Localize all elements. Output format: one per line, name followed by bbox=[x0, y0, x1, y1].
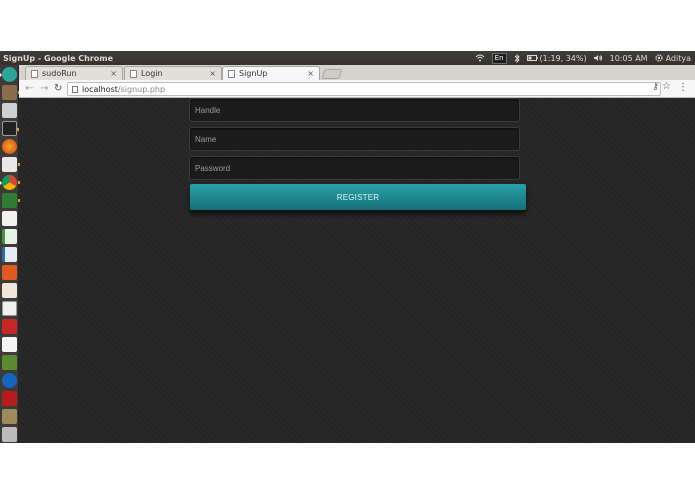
window-title: SignUp - Google Chrome bbox=[3, 53, 114, 63]
tab-label: sudoRun bbox=[42, 69, 77, 78]
page-icon bbox=[130, 69, 137, 78]
register-button[interactable]: REGISTER bbox=[190, 184, 526, 210]
settings-icon[interactable] bbox=[2, 319, 17, 334]
wifi-icon[interactable] bbox=[475, 54, 485, 62]
tab-strip: sudoRun × Login × SignUp × bbox=[19, 65, 695, 80]
tab-label: Login bbox=[141, 69, 163, 78]
password-input[interactable] bbox=[189, 156, 520, 180]
trash-icon[interactable] bbox=[2, 427, 17, 442]
bookmark-star-icon[interactable]: ☆ bbox=[662, 81, 671, 92]
top-panel: SignUp - Google Chrome En (1:19, 34%) 10… bbox=[0, 51, 695, 65]
key-icon[interactable]: ⚷ bbox=[652, 82, 659, 92]
clock[interactable]: 10:05 AM bbox=[610, 54, 648, 63]
bluetooth-icon[interactable] bbox=[514, 53, 520, 63]
keyboard-indicator[interactable]: En bbox=[491, 52, 507, 64]
editor-icon[interactable] bbox=[2, 157, 20, 172]
tab-login[interactable]: Login × bbox=[124, 66, 222, 80]
battery-indicator[interactable]: (1:19, 34%) bbox=[526, 53, 587, 63]
tab-signup[interactable]: SignUp × bbox=[222, 66, 320, 80]
user-menu[interactable]: Aditya bbox=[654, 53, 691, 63]
launcher bbox=[0, 65, 20, 443]
impress-icon[interactable] bbox=[2, 283, 17, 298]
close-icon[interactable]: × bbox=[110, 69, 117, 78]
vim-icon[interactable] bbox=[2, 193, 20, 208]
reload-icon[interactable]: ↻ bbox=[54, 82, 62, 95]
close-icon[interactable]: × bbox=[209, 69, 216, 78]
calendar-icon[interactable] bbox=[2, 337, 17, 352]
firefox-icon[interactable] bbox=[2, 139, 17, 154]
user-name: Aditya bbox=[665, 53, 691, 63]
page-info-icon[interactable] bbox=[72, 85, 78, 93]
url-path: /signup.php bbox=[117, 84, 166, 94]
battery-status: (1:19, 34%) bbox=[539, 53, 587, 63]
chrome-menu-icon[interactable]: ⋮ bbox=[678, 82, 688, 93]
power-gear-icon bbox=[654, 54, 663, 62]
url-host: localhost bbox=[82, 84, 118, 94]
tab-label: SignUp bbox=[239, 69, 268, 78]
recorder-icon[interactable] bbox=[2, 391, 17, 406]
toolbar: ← → ↻ localhost/signup.php ⚷ ☆ ⋮ bbox=[19, 80, 695, 98]
forward-arrow-icon[interactable]: → bbox=[40, 82, 48, 95]
document-icon[interactable] bbox=[2, 211, 17, 226]
page-icon bbox=[31, 69, 38, 78]
terminal-icon[interactable] bbox=[2, 121, 19, 136]
chrome-icon[interactable] bbox=[0, 175, 20, 190]
page-content: REGISTER bbox=[20, 98, 695, 443]
new-tab-button[interactable] bbox=[321, 69, 343, 79]
button-shadow bbox=[190, 210, 526, 218]
close-icon[interactable]: × bbox=[307, 69, 314, 78]
workspace-icon[interactable] bbox=[2, 409, 17, 424]
writer-icon[interactable] bbox=[2, 247, 17, 262]
screen: SignUp - Google Chrome En (1:19, 34%) 10… bbox=[0, 51, 695, 443]
address-bar[interactable]: localhost/signup.php bbox=[67, 82, 661, 96]
amazon-icon[interactable] bbox=[2, 301, 17, 316]
name-input[interactable] bbox=[189, 127, 520, 151]
android-icon[interactable] bbox=[2, 355, 17, 370]
text-editor-icon[interactable] bbox=[2, 103, 17, 118]
bluetooth-app-icon[interactable] bbox=[2, 373, 17, 388]
handle-input[interactable] bbox=[189, 98, 520, 122]
page-icon bbox=[228, 69, 235, 78]
battery-icon bbox=[526, 55, 538, 61]
back-arrow-icon[interactable]: ← bbox=[25, 82, 33, 95]
volume-icon[interactable] bbox=[593, 54, 603, 62]
spreadsheet-icon[interactable] bbox=[2, 229, 17, 244]
system-tray: En (1:19, 34%) 10:05 AM Aditya bbox=[475, 52, 695, 64]
tab-sudorun[interactable]: sudoRun × bbox=[25, 66, 123, 80]
software-center-icon[interactable] bbox=[2, 265, 17, 280]
dash-home-icon[interactable] bbox=[0, 67, 17, 82]
files-icon[interactable] bbox=[2, 85, 20, 100]
